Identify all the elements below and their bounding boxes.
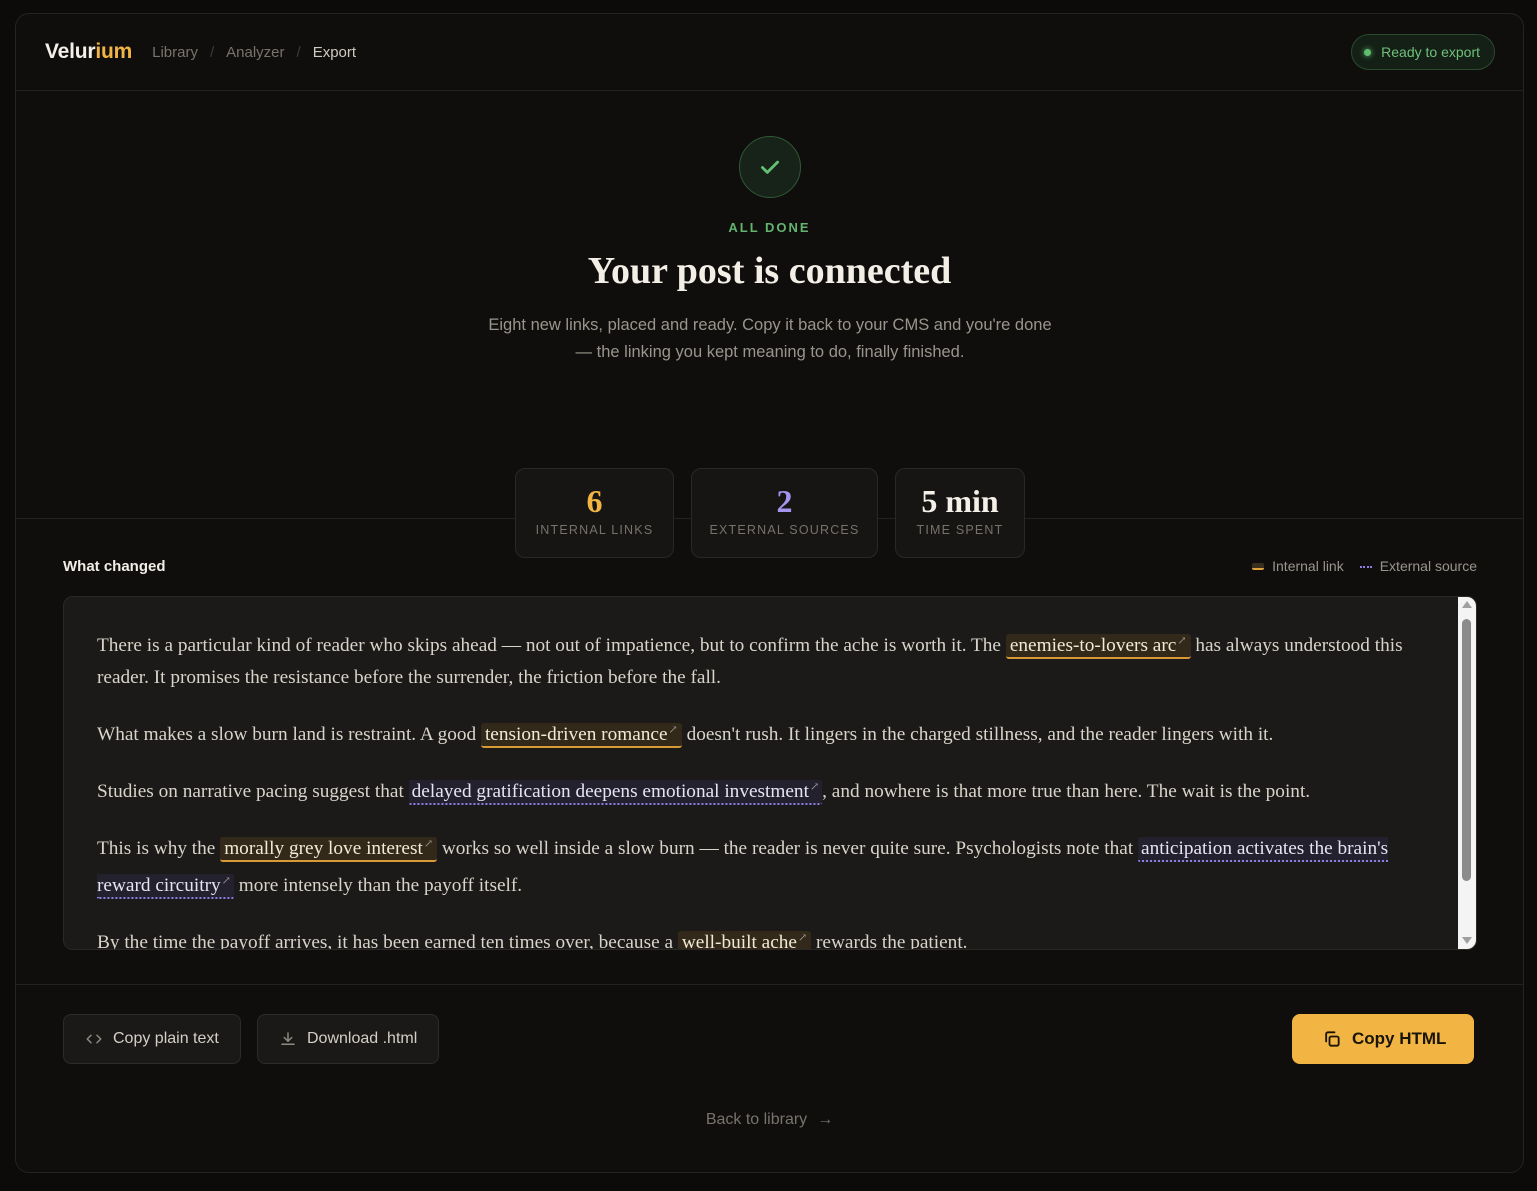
status-text: Ready to export	[1381, 44, 1480, 60]
breadcrumb-analyzer[interactable]: Analyzer	[226, 44, 284, 61]
external-source-swatch-icon	[1359, 564, 1372, 568]
paragraph: Studies on narrative pacing suggest that…	[97, 771, 1437, 808]
external-arrow-icon: ↗	[423, 838, 434, 850]
success-badge	[739, 136, 801, 198]
paragraph: There is a particular kind of reader who…	[97, 625, 1437, 694]
stat-value: 6	[586, 483, 603, 519]
internal-link[interactable]: enemies-to-lovers arc↗	[1005, 634, 1191, 659]
paragraph-text: Studies on narrative pacing suggest that	[97, 781, 409, 802]
external-link[interactable]: delayed gratification deepens emotional …	[408, 780, 823, 805]
copy-icon	[1325, 1031, 1340, 1047]
hero-subtitle: Eight new links, placed and ready. Copy …	[488, 316, 1052, 361]
scroll-down-icon[interactable]	[1462, 937, 1472, 944]
paragraph-text: doesn't rush. It lingers in the charged …	[681, 724, 1274, 745]
internal-link[interactable]: well-built ache↗	[677, 931, 812, 950]
breadcrumb: Library / Analyzer / Export	[152, 44, 356, 61]
app-window: Velurium Library / Analyzer / Export Rea…	[15, 13, 1524, 1173]
legend-internal: Internal link	[1252, 558, 1344, 574]
internal-link[interactable]: morally grey love interest↗	[220, 837, 438, 862]
external-arrow-icon: ↗	[809, 781, 820, 793]
status-badge: Ready to export	[1351, 34, 1495, 70]
link-text: morally grey love interest	[224, 838, 423, 859]
section-title: What changed	[63, 558, 166, 575]
changes-section: What changed Internal link External sour…	[16, 519, 1523, 985]
completion-hero: ALL DONE Your post is connected Eight ne…	[16, 91, 1523, 558]
copy-plain-text-button[interactable]: Copy plain text	[63, 1014, 241, 1064]
paragraph: What makes a slow burn land is restraint…	[97, 714, 1437, 751]
button-label: Copy HTML	[1352, 1029, 1447, 1048]
paragraph-text: This is why the	[97, 838, 221, 859]
legend-external: External source	[1359, 558, 1477, 574]
link-text: well-built ache	[681, 932, 797, 950]
arrow-right-icon: →	[817, 1111, 834, 1128]
code-icon	[86, 1034, 102, 1044]
paragraph-text: By the time the payoff arrives, it has b…	[97, 932, 678, 950]
button-label: Download .html	[307, 1030, 418, 1047]
export-actions: Copy plain text Download .html Copy HTML…	[16, 985, 1523, 1172]
breadcrumb-export: Export	[312, 43, 357, 61]
article-body: There is a particular kind of reader who…	[97, 625, 1437, 950]
external-arrow-icon: ↗	[1177, 635, 1187, 647]
article-preview[interactable]: There is a particular kind of reader who…	[63, 596, 1477, 950]
back-to-library-link[interactable]: Back to library →	[16, 1111, 1523, 1129]
breadcrumb-separator: /	[296, 43, 301, 61]
button-label: Copy plain text	[113, 1030, 219, 1047]
link-text: enemies-to-lovers arc	[1009, 635, 1177, 656]
brand-name-accent: ium	[95, 40, 133, 63]
legend-external-label: External source	[1379, 558, 1477, 574]
paragraph: This is why the morally grey love intere…	[97, 828, 1437, 902]
scroll-up-icon[interactable]	[1462, 601, 1472, 608]
external-arrow-icon: ↗	[221, 875, 231, 887]
paragraph: By the time the payoff arrives, it has b…	[97, 922, 1437, 950]
brand-name-primary: Velur	[45, 40, 96, 63]
paragraph-text: more intensely than the payoff itself.	[233, 875, 523, 896]
paragraph-text: There is a particular kind of reader who…	[97, 635, 1006, 656]
stat-value: 5 min	[921, 483, 999, 519]
page-title: Your post is connected	[587, 250, 952, 292]
external-arrow-icon: ↗	[668, 724, 678, 736]
download-icon	[281, 1032, 295, 1045]
brand-logo[interactable]: Velurium	[45, 40, 132, 64]
internal-link[interactable]: tension-driven romance↗	[480, 723, 682, 748]
check-icon	[761, 160, 779, 174]
link-text: tension-driven romance	[484, 724, 668, 745]
paragraph-text: works so well inside a slow burn — the r…	[437, 838, 1139, 859]
status-dot-icon	[1364, 48, 1372, 56]
breadcrumb-separator: /	[209, 43, 215, 61]
copy-html-button[interactable]: Copy HTML	[1292, 1014, 1475, 1064]
paragraph-text: , and nowhere is that more true than her…	[822, 781, 1311, 802]
link-label: Back to library	[705, 1111, 808, 1128]
preview-scrollbar[interactable]	[1458, 597, 1476, 949]
breadcrumb-library[interactable]: Library	[152, 44, 198, 61]
link-text: delayed gratification deepens emotional …	[411, 781, 809, 802]
link-legend: Internal link External source	[1236, 558, 1477, 574]
top-bar: Velurium Library / Analyzer / Export Rea…	[16, 14, 1523, 91]
paragraph-text: rewards the patient.	[811, 932, 968, 950]
hero-eyebrow: ALL DONE	[728, 220, 811, 235]
external-arrow-icon: ↗	[797, 932, 808, 944]
stat-value: 2	[776, 483, 793, 519]
scroll-thumb[interactable]	[1462, 619, 1471, 881]
paragraph-text: What makes a slow burn land is restraint…	[97, 724, 481, 745]
download-html-button[interactable]: Download .html	[257, 1014, 440, 1064]
internal-link-swatch-icon	[1252, 562, 1265, 570]
legend-internal-label: Internal link	[1272, 558, 1344, 574]
